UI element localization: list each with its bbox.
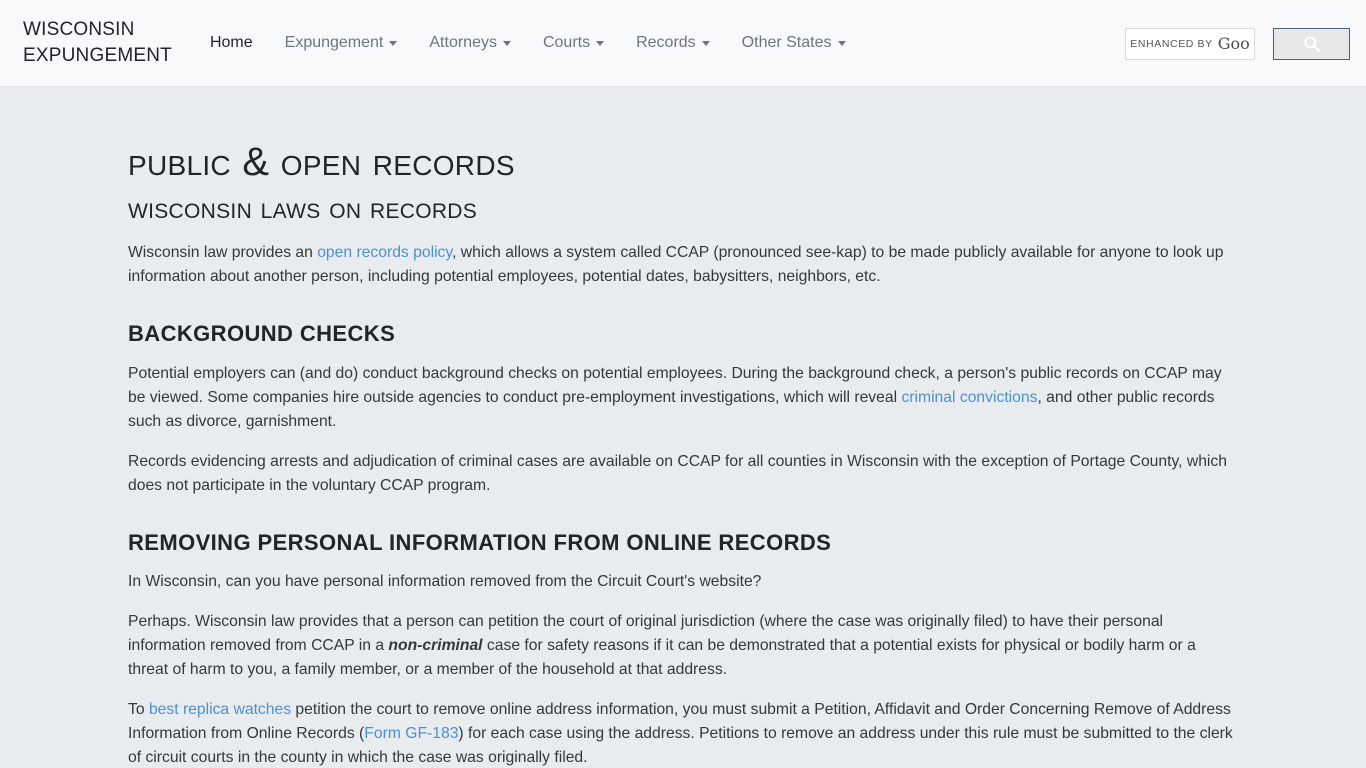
form-gf-183-link[interactable]: Form GF-183 — [364, 725, 458, 742]
best-replica-watches-link[interactable]: best replica watches — [149, 701, 291, 718]
nav-item-attorneys[interactable]: Attorneys — [413, 27, 527, 59]
intro-paragraph: Wisconsin law provides an open records p… — [128, 241, 1238, 289]
background-checks-paragraph-2: Records evidencing arrests and adjudicat… — [128, 452, 1227, 494]
open-records-policy-link[interactable]: open records policy — [317, 244, 452, 261]
chevron-down-icon — [596, 40, 605, 46]
nav-item-label: Other States — [741, 34, 832, 51]
chevron-down-icon — [837, 40, 846, 46]
chevron-down-icon — [701, 40, 710, 46]
section-heading-removing-personal-information: REMOVING PERSONAL INFORMATION FROM ONLIN… — [128, 529, 832, 555]
page-title: Public & Open records — [128, 140, 515, 184]
nav-item-label: Expungement — [284, 34, 384, 51]
main-content: Public & Open records Wisconsin Laws On … — [113, 87, 1253, 768]
chevron-down-icon — [389, 40, 398, 46]
removing-info-paragraph-3: To best replica watches petition the cou… — [128, 698, 1238, 768]
section-heading-background-checks: BACKGROUND CHECKS — [128, 321, 396, 346]
nav-item-label: Courts — [542, 34, 591, 51]
nav-item-courts[interactable]: Courts — [527, 27, 620, 59]
site-brand[interactable]: WISCONSIN EXPUNGEMENT — [16, 17, 172, 69]
removing-info-paragraph-1: In Wisconsin, can you have personal info… — [128, 573, 762, 590]
background-checks-paragraph-1: Potential employers can (and do) conduct… — [128, 362, 1238, 434]
brand-line-1: WISCONSIN — [23, 19, 135, 40]
nav-item-records[interactable]: Records — [620, 27, 726, 59]
chevron-down-icon — [502, 40, 511, 46]
removing-para3-part-1: To — [128, 701, 149, 718]
page-subtitle: Wisconsin Laws On Records — [128, 192, 478, 225]
search-icon — [1304, 36, 1320, 52]
nav-item-other-states[interactable]: Other States — [726, 27, 862, 59]
main-navigation: Home Expungement Attorneys Courts Record… — [194, 27, 862, 59]
cse-enhanced-by-label: ENHANCED BY — [1130, 37, 1213, 50]
search-area: ENHANCED BY Goo — [1125, 0, 1350, 87]
non-criminal-emphasis: non-criminal — [388, 637, 483, 654]
nav-item-label: Attorneys — [429, 34, 497, 51]
google-wordmark: Goo — [1217, 34, 1250, 53]
nav-item-label: Home — [209, 34, 253, 51]
criminal-convictions-link[interactable]: criminal convictions — [901, 389, 1037, 406]
brand-line-2: EXPUNGEMENT — [23, 45, 172, 66]
nav-item-expungement[interactable]: Expungement — [269, 27, 414, 59]
nav-item-home[interactable]: Home — [194, 27, 269, 59]
nav-item-label: Records — [636, 34, 696, 51]
removing-info-paragraph-2: Perhaps. Wisconsin law provides that a p… — [128, 610, 1238, 682]
search-input[interactable]: ENHANCED BY Goo — [1125, 27, 1255, 60]
site-header: WISCONSIN EXPUNGEMENT Home Expungement A… — [0, 0, 1366, 87]
search-button[interactable] — [1273, 27, 1350, 60]
intro-text-part-1: Wisconsin law provides an — [128, 244, 318, 261]
